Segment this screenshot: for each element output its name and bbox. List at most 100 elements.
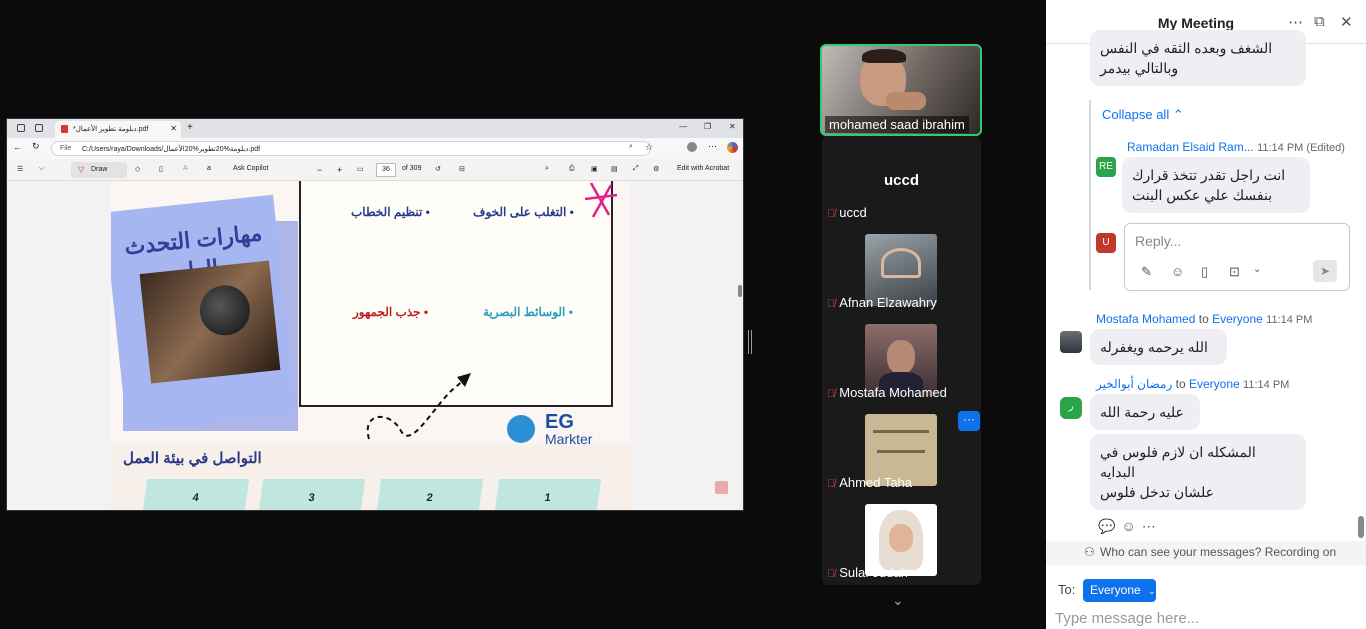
more-menu-icon[interactable]: ⋯ (708, 141, 717, 152)
to-label: To: (1058, 582, 1076, 597)
message-time: 11:14 PM (1243, 379, 1290, 391)
zoom-icon[interactable]: ⌕ (629, 143, 633, 151)
clip-card: 2 (376, 479, 484, 510)
back-icon[interactable]: ← (13, 142, 22, 152)
edit-with-acrobat-button[interactable]: Edit with Acrobat (677, 165, 729, 172)
tab-actions-icon[interactable] (35, 124, 43, 132)
chevron-down-icon: ⌄ (1148, 586, 1156, 596)
visibility-notice[interactable]: ⚇ Who can see your messages? Recording o… (1046, 541, 1366, 565)
favorite-icon[interactable]: ☆ (645, 142, 653, 153)
participant-name: Ahmed Taha (839, 475, 913, 490)
close-chat-icon[interactable]: ✕ (1340, 13, 1353, 31)
panel-resize-handle[interactable] (748, 330, 752, 354)
reaction-icon[interactable]: ☺ (1121, 518, 1141, 534)
draw-button[interactable]: ▽ Draw (71, 162, 127, 178)
participant-tile-afnan[interactable]: 🎙̸ Afnan Elzawahry (827, 295, 937, 310)
file-icon[interactable]: ▯ (1201, 264, 1208, 280)
recipient-dropdown[interactable]: Everyone ⌄ (1083, 579, 1156, 602)
message-sender: Mostafa Mohamed to Everyone 11:14 PM (1096, 312, 1312, 326)
close-window-icon[interactable]: ✕ (729, 122, 736, 131)
participant-tile-mostafa[interactable]: 🎙̸ Mostafa Mohamed (827, 385, 947, 400)
chevron-down-icon[interactable]: ⌄ (1253, 264, 1261, 275)
clip-number: 1 (543, 492, 552, 504)
copilot-icon[interactable] (727, 142, 738, 153)
save-as-icon[interactable]: ▤ (611, 165, 618, 173)
avatar: U (1096, 233, 1116, 253)
more-actions-icon[interactable]: ⋯ (1142, 518, 1162, 534)
message-input[interactable]: Type message here... (1055, 610, 1199, 627)
send-icon[interactable]: ➤ (1313, 260, 1337, 282)
thread-line (1089, 100, 1091, 290)
scroll-thumb[interactable] (738, 285, 742, 297)
avatar: ر (1060, 397, 1082, 419)
page-view-icon[interactable]: ⊟ (459, 165, 465, 173)
sender-name[interactable]: Mostafa Mohamed (1096, 312, 1195, 326)
sender-name[interactable]: Ramadan Elsaid Ram... (1127, 140, 1254, 154)
browser-tab[interactable]: *دبلومة تطوير الأعمال.pdf ✕ (55, 121, 181, 138)
profile-avatar[interactable] (687, 142, 697, 152)
url-input[interactable]: File C:/Users/raya/Downloads/دبلومة%20تط… (51, 141, 651, 156)
refresh-icon[interactable]: ↻ (32, 141, 40, 152)
ask-copilot-button[interactable]: Ask Copilot (233, 165, 268, 172)
sender-name[interactable]: رمضان أبوالخير (1096, 377, 1172, 391)
participant-name: Mostafa Mohamed (839, 385, 947, 400)
collapse-all-button[interactable]: Collapse all ⌃ (1102, 107, 1184, 123)
logo-mark (507, 415, 535, 443)
avatar: RE (1096, 157, 1116, 177)
active-speaker-video[interactable]: mohamed saad ibrahim (820, 44, 982, 136)
visibility-text: Who can see your messages? Recording on (1100, 545, 1337, 559)
text-icon[interactable]: A (183, 165, 188, 172)
scroll-down-chevron-icon[interactable]: ⌄ (892, 592, 904, 609)
new-tab-icon[interactable]: + (187, 122, 193, 133)
participant-tile-sulaf[interactable]: 🎙̸ Sulaf Judah (827, 565, 908, 580)
reply-input[interactable]: Reply... ✎ ☺ ▯ ⊡ ⌄ ➤ (1124, 223, 1350, 291)
read-aloud-icon[interactable]: a (207, 165, 211, 172)
item-visual: • الوسائط البصرية (483, 305, 573, 319)
clip-card: 4 (142, 479, 250, 510)
collapse-label: Collapse all (1102, 107, 1170, 122)
save-icon[interactable]: ▣ (591, 165, 598, 173)
recipient-value: Everyone (1090, 583, 1141, 597)
chat-scrollbar[interactable] (1358, 48, 1364, 538)
more-icon[interactable]: ⋯ (1288, 13, 1303, 31)
eraser-icon[interactable]: ◇ (135, 165, 140, 173)
emoji-icon[interactable]: ☺ (1171, 264, 1184, 279)
print-icon[interactable]: ⎙ (569, 165, 575, 173)
star-doodle-icon (584, 182, 618, 218)
contents-icon[interactable]: ☰ (17, 165, 23, 173)
microphone-image (197, 282, 253, 338)
message-actions: 💬☺⋯ (1098, 518, 1162, 535)
rotate-icon[interactable]: ↺ (435, 165, 441, 173)
workspaces-icon[interactable] (17, 124, 25, 132)
reply-placeholder: Reply... (1135, 233, 1182, 249)
pdf-page: مهارات التحدث العام • التغلب على الخوف •… (111, 181, 631, 510)
minimize-icon[interactable]: — (679, 122, 687, 131)
highlight-icon[interactable]: ⌵ (39, 165, 44, 173)
zoom-in-icon[interactable]: + (337, 165, 342, 175)
fit-icon[interactable]: ▭ (357, 165, 364, 173)
page-number-input[interactable]: 36 (376, 163, 396, 177)
view-icon[interactable]: ▯ (159, 165, 163, 173)
recipient[interactable]: Everyone (1189, 377, 1240, 391)
close-tab-icon[interactable]: ✕ (170, 124, 177, 133)
item-speech: • تنظيم الخطاب (351, 205, 430, 219)
recipient[interactable]: Everyone (1212, 312, 1263, 326)
fullscreen-icon[interactable]: ⤢ (633, 165, 639, 173)
screenshot-icon[interactable]: ⊡ (1229, 264, 1240, 280)
acrobat-icon[interactable] (715, 481, 728, 494)
participant-tile-uccd[interactable]: 🎙̸ uccd (827, 205, 867, 220)
pdf-scrollbar[interactable] (737, 247, 743, 510)
search-icon[interactable]: ⌕ (545, 165, 549, 173)
pop-out-icon[interactable]: ⧉ (1314, 13, 1325, 30)
participant-name: Afnan Elzawahry (839, 295, 937, 310)
participant-tile-ahmed[interactable]: 🎙̸ Ahmed Taha (827, 475, 912, 490)
settings-icon[interactable]: ⚙ (653, 165, 659, 173)
format-icon[interactable]: ✎ (1141, 264, 1152, 280)
zoom-out-icon[interactable]: − (317, 165, 322, 175)
file-label: File (60, 145, 72, 152)
scroll-thumb[interactable] (1358, 516, 1364, 538)
reply-icon[interactable]: 💬 (1098, 518, 1121, 534)
clip-number: 2 (425, 492, 434, 504)
restore-icon[interactable]: ❐ (704, 122, 711, 131)
more-options-button[interactable]: ··· (958, 411, 980, 431)
